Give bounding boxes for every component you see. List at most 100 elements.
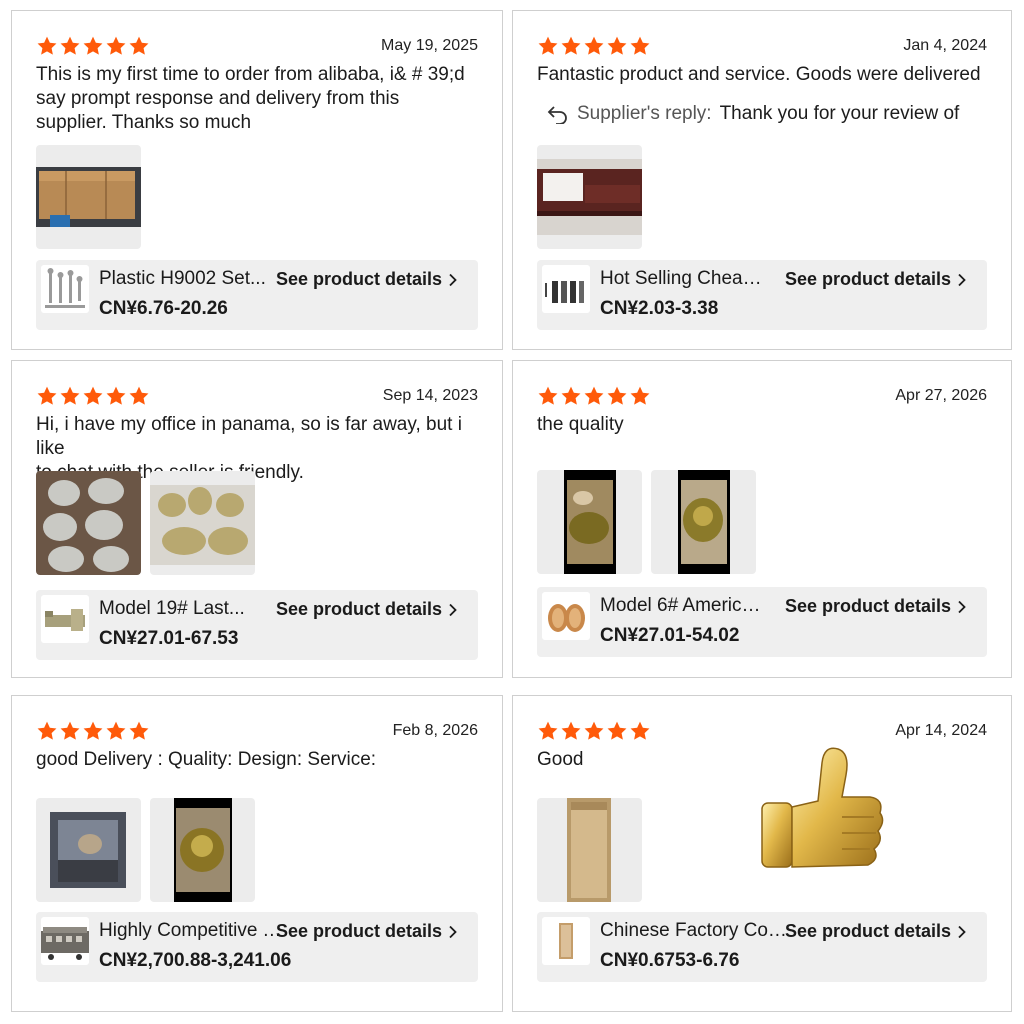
star-icon [128,385,150,407]
star-icon [629,35,651,57]
review-photo[interactable] [36,471,141,575]
star-icon [606,720,628,742]
product-thumbnail [542,917,590,965]
product-bar[interactable]: Chinese Factory Coffin... CN¥0.6753-6.76… [537,912,987,982]
product-name[interactable]: Plastic H9002 Set... [99,268,267,290]
review-photos [537,470,756,574]
see-product-details-label: See product details [275,599,442,619]
see-product-details-link[interactable]: See product details [785,269,967,290]
review-text: good Delivery : Quality: Design: Service… [36,749,377,770]
star-icon [560,720,582,742]
see-product-details-link[interactable]: See product details [276,599,458,620]
product-price: CN¥27.01-67.53 [99,628,239,649]
review-photos [36,471,255,575]
review-card: Apr 27, 2026 the quality Model 6# Americ… [512,360,1012,678]
product-name[interactable]: Chinese Factory Coffin... [600,920,788,942]
review-photo[interactable] [36,798,141,902]
review-card: Apr 14, 2024 Good Chinese Factory Coffin… [512,695,1012,1012]
star-icon [59,35,81,57]
star-icon [629,385,651,407]
reply-icon [547,106,567,124]
rating-stars [537,35,651,57]
product-thumbnail [542,592,590,640]
chevron-right-icon [448,603,458,617]
star-icon [583,720,605,742]
star-icon [560,35,582,57]
see-product-details-link[interactable]: See product details [276,921,458,942]
product-price: CN¥2,700.88-3,241.06 [99,950,292,971]
see-product-details-link[interactable]: See product details [276,269,458,290]
star-icon [128,35,150,57]
review-date: May 19, 2025 [381,37,478,54]
product-bar[interactable]: Hot Selling Cheap... CN¥2.03-3.38 See pr… [537,260,987,330]
review-text: Fantastic product and service. Goods wer… [537,64,981,85]
review-photo[interactable] [537,798,642,902]
star-icon [537,720,559,742]
product-name[interactable]: Model 19# Last... [99,598,267,620]
review-photos [36,145,141,249]
product-bar[interactable]: Plastic H9002 Set... CN¥6.76-20.26 See p… [36,260,478,330]
star-icon [606,35,628,57]
rating-stars [36,385,150,407]
star-icon [59,385,81,407]
review-card: May 19, 2025 This is my first time to or… [11,10,503,350]
review-photo[interactable] [537,145,642,249]
review-date: Apr 14, 2024 [895,722,987,739]
review-card: Jan 4, 2024 Fantastic product and servic… [512,10,1012,350]
see-product-details-label: See product details [275,269,442,289]
product-price: CN¥0.6753-6.76 [600,950,740,971]
review-photos [537,798,642,902]
star-icon [105,35,127,57]
product-thumbnail [542,265,590,313]
chevron-right-icon [957,925,967,939]
star-icon [82,385,104,407]
star-icon [583,385,605,407]
review-photo[interactable] [150,471,255,575]
supplier-reply-text: Thank you for your review of [719,103,960,124]
product-thumbnail [41,265,89,313]
product-name[interactable]: Highly Competitive TX [99,920,284,942]
product-price: CN¥6.76-20.26 [99,298,228,319]
review-date: Apr 27, 2026 [895,387,987,404]
star-icon [128,720,150,742]
review-text: the quality [537,414,624,435]
see-product-details-label: See product details [275,921,442,941]
review-photo[interactable] [537,470,642,574]
rating-stars [537,385,651,407]
star-icon [59,720,81,742]
star-icon [583,35,605,57]
star-icon [537,385,559,407]
product-bar[interactable]: Model 6# American... CN¥27.01-54.02 See … [537,587,987,657]
see-product-details-label: See product details [784,596,951,616]
star-icon [606,385,628,407]
review-photos [36,798,255,902]
see-product-details-link[interactable]: See product details [785,596,967,617]
review-date: Jan 4, 2024 [903,37,987,54]
supplier-reply[interactable]: Supplier's reply: Thank you for your rev… [547,103,959,125]
review-photo[interactable] [36,145,141,249]
product-price: CN¥27.01-54.02 [600,625,740,646]
review-photo[interactable] [651,470,756,574]
thumbs-up-icon [761,747,884,868]
star-icon [537,35,559,57]
review-date: Sep 14, 2023 [382,387,478,404]
review-card: Sep 14, 2023 Hi, i have my office in pan… [11,360,503,678]
review-photos [537,145,642,249]
review-text: This is my first time to order from alib… [36,64,465,133]
star-icon [105,385,127,407]
review-photo[interactable] [150,798,255,902]
see-product-details-link[interactable]: See product details [785,921,967,942]
product-bar[interactable]: Model 19# Last... CN¥27.01-67.53 See pro… [36,590,478,660]
see-product-details-label: See product details [784,921,951,941]
star-icon [82,720,104,742]
product-name[interactable]: Hot Selling Cheap... [600,268,768,290]
rating-stars [36,720,150,742]
star-icon [560,385,582,407]
chevron-right-icon [957,600,967,614]
product-name[interactable]: Model 6# American... [600,595,768,617]
review-card: Feb 8, 2026 good Delivery : Quality: Des… [11,695,503,1012]
star-icon [629,720,651,742]
product-bar[interactable]: Highly Competitive TX CN¥2,700.88-3,241.… [36,912,478,982]
product-thumbnail [41,595,89,643]
rating-stars [537,720,651,742]
